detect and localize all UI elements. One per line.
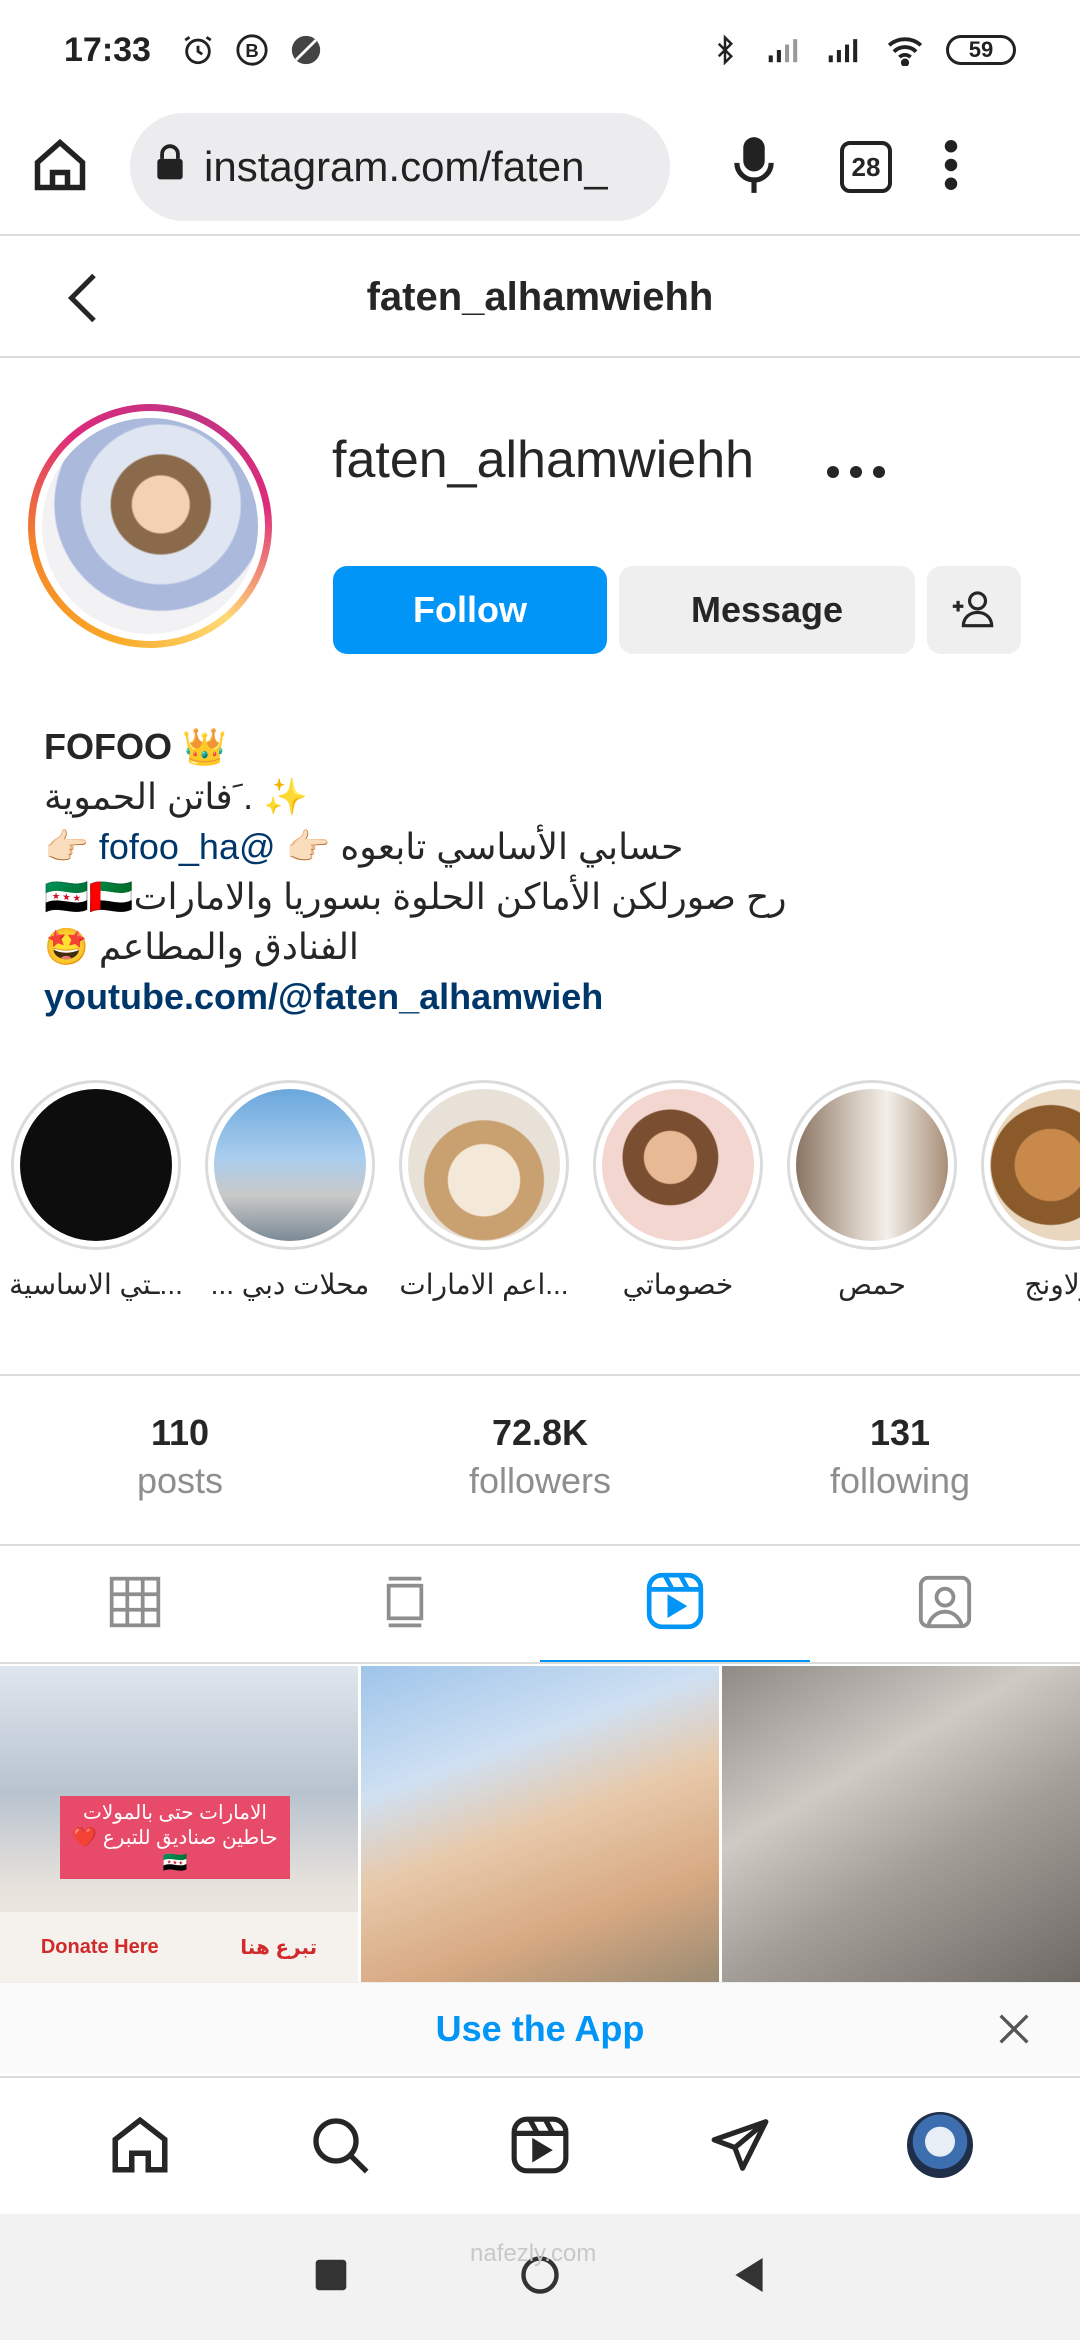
tagged-icon [916,1573,974,1636]
highlight-item[interactable]: ...ـتي الاساسية [6,1080,186,1301]
bio-line-2-text: حسابي الأساسي تابعوه 👉🏻 [285,826,684,867]
use-app-button[interactable]: Use the App [436,2008,645,2050]
status-time: 17:33 [64,30,151,69]
browser-menu-icon[interactable] [944,139,958,195]
bio-external-link[interactable]: youtube.com/@faten_alhamwieh [44,972,1044,1022]
bio-mention-link[interactable]: @fofoo_ha [99,826,276,867]
bio-line-4: الفنادق والمطاعم 🤩 [44,926,359,967]
search-icon[interactable] [300,2105,380,2185]
reels-nav-icon[interactable] [500,2105,580,2185]
bio-line-2-end: 👉🏻 [44,826,89,867]
highlight-item[interactable]: حمص [782,1080,962,1301]
posts-count: 110 [150,1412,210,1453]
story-highlights: ...ـتي الاساسية محلات دبي ... ...اعم الا… [0,1080,1080,1320]
reel-overlay-text: الامارات حتى بالمولات حاطين صناديق للتبر… [60,1796,290,1879]
address-bar[interactable]: instagram.com/faten_ [130,113,670,221]
watermark-text: nafezly.com [470,2240,597,2267]
profile-tabs [0,1546,1080,1664]
signal-icon-2 [826,31,864,69]
profile-avatar[interactable] [28,404,272,648]
use-app-banner: Use the App [0,1982,1080,2074]
highlight-item[interactable]: محلات دبي ... [200,1080,380,1301]
add-person-icon [951,588,997,633]
battery-indicator: 59 [946,35,1016,65]
followers-label: followers [468,1460,612,1501]
highlight-label: كولاونج [1024,1269,1080,1300]
donate-text-en: Donate Here [40,1935,159,1958]
tab-feed[interactable] [270,1546,540,1662]
home-icon[interactable] [30,135,90,200]
suggested-users-button[interactable] [927,566,1021,654]
direct-message-icon[interactable] [700,2105,780,2185]
highlight-item[interactable]: خصوماتي [588,1080,768,1301]
following-count: 131 [869,1412,931,1453]
status-icons-right: 59 [706,31,1016,69]
posts-grid: الامارات حتى بالمولات حاطين صناديق للتبر… [0,1666,1080,1982]
donate-text-ar: تبرع هنا [240,1936,318,1959]
reel-thumbnail[interactable]: الامارات حتى بالمولات حاطين صناديق للتبر… [0,1666,358,1982]
divider [0,1374,1080,1376]
following-label: following [829,1460,971,1501]
more-options-icon[interactable] [826,440,886,490]
data-saver-icon [287,31,325,69]
bio-line-3: رح صورلكن الأماكن الحلوة بسوريا والامارا… [44,876,787,917]
profile-username: faten_alhamwiehh [332,431,755,489]
follow-button[interactable]: Follow [333,566,607,654]
svg-text:B: B [245,40,258,61]
posts-label: posts [136,1460,224,1501]
highlight-item[interactable]: كولاونج [976,1080,1080,1301]
highlight-label: ...ـتي الاساسية [9,1269,183,1300]
header-username: faten_alhamwiehh [366,274,714,319]
feed-icon [377,1574,433,1635]
system-navigation-bar [0,2214,1080,2340]
bio-line-1: ✨ .ﹶفاتن الحموية [44,776,308,817]
profile-nav-avatar[interactable] [900,2105,980,2185]
browser-toolbar: instagram.com/faten_ 28 [0,100,1080,236]
bottom-navigation [0,2076,1080,2212]
wifi-icon [886,31,924,69]
grid-icon [107,1574,163,1635]
recents-icon[interactable] [314,2258,348,2297]
highlight-label: خصوماتي [622,1269,734,1300]
microphone-icon[interactable] [732,135,776,200]
profile-bio: FOFOO 👑 ✨ .ﹶفاتن الحموية حسابي الأساسي ت… [44,722,1044,1022]
b-badge-icon: B [233,31,271,69]
lock-icon [154,143,186,191]
signal-icon-1 [766,31,804,69]
tab-posts-grid[interactable] [0,1546,270,1662]
home-nav-icon[interactable] [100,2105,180,2185]
avatar [907,2112,973,2178]
close-icon[interactable] [994,2009,1034,2049]
reel-thumbnail[interactable] [361,1666,719,1982]
reels-icon [644,1570,706,1637]
tab-reels[interactable] [540,1546,810,1662]
highlight-label: ...اعم الامارات [399,1269,569,1300]
url-text: instagram.com/faten_ [204,143,608,190]
alarm-icon [179,31,217,69]
back-triangle-icon[interactable] [732,2256,766,2299]
donate-sign: Donate Here تبرع هنا [0,1912,358,1982]
profile-stats: 110 posts 72.8K followers 131 following [0,1380,1080,1544]
back-arrow-icon[interactable] [54,266,114,330]
bluetooth-icon [706,31,744,69]
profile-header: faten_alhamwiehh [0,238,1080,358]
reel-thumbnail[interactable] [722,1666,1080,1982]
highlight-label: محلات دبي ... [210,1269,370,1300]
bio-display-name: FOFOO 👑 [44,726,227,767]
tab-switcher-button[interactable]: 28 [840,141,892,193]
message-button[interactable]: Message [619,566,915,654]
following-stat[interactable]: 131 following [720,1380,1080,1544]
followers-count: 72.8K [491,1412,589,1453]
status-icons-left: B [179,31,325,69]
status-bar: 17:33 B 59 [0,0,1080,100]
tab-tagged[interactable] [810,1546,1080,1662]
posts-stat: 110 posts [0,1380,360,1544]
highlight-label: حمص [838,1269,906,1300]
bio-line-2: حسابي الأساسي تابعوه 👉🏻 @fofoo_ha 👉🏻 [44,822,1044,872]
highlight-item[interactable]: ...اعم الامارات [394,1080,574,1301]
followers-stat[interactable]: 72.8K followers [360,1380,720,1544]
